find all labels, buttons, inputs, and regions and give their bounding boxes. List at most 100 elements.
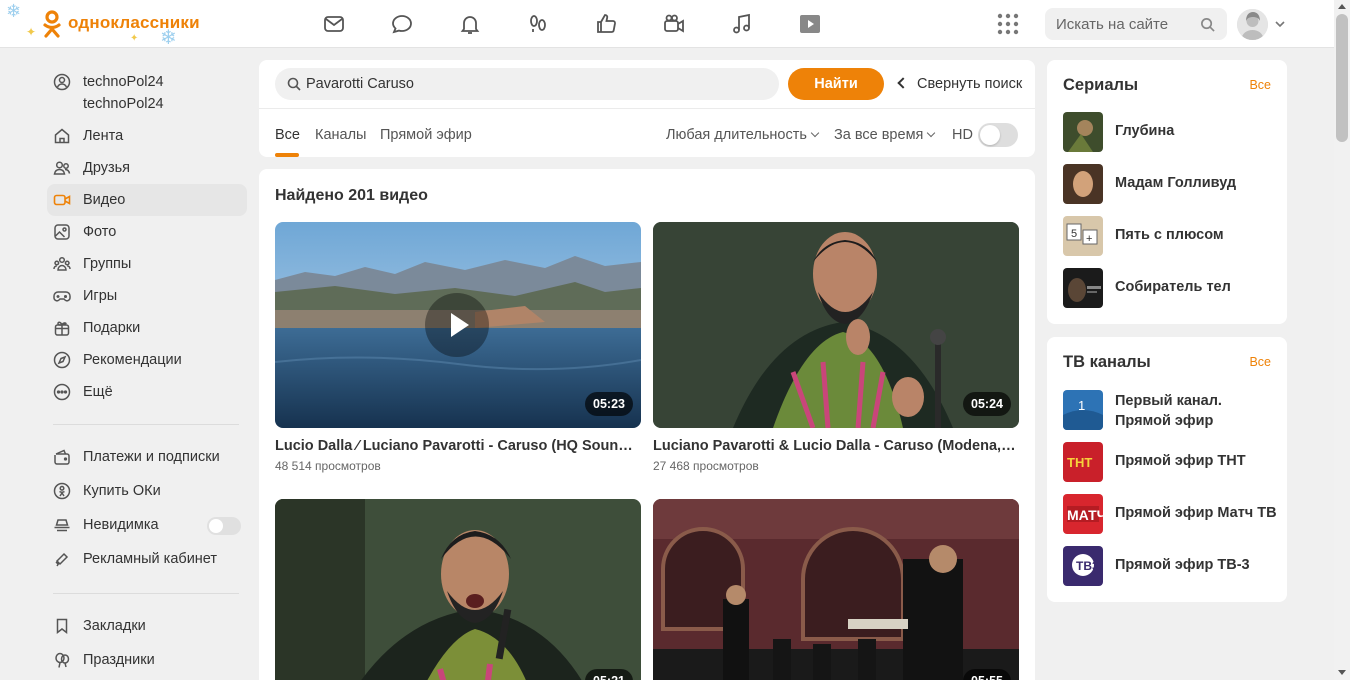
series-all-link[interactable]: Все	[1249, 78, 1271, 92]
tab-channels[interactable]: Каналы	[315, 127, 366, 143]
series-poster: 5 +	[1063, 216, 1103, 256]
page-scrollbar[interactable]	[1334, 0, 1350, 680]
active-tab-indicator	[275, 153, 299, 157]
orchestra-thumbnail-image	[653, 499, 1019, 680]
collapse-search-button[interactable]: Свернуть поиск	[897, 76, 1022, 92]
scroll-up-arrow-icon[interactable]	[1338, 4, 1346, 9]
sidebar-item-payments[interactable]: Платежи и подписки	[47, 441, 247, 475]
user-avatar[interactable]	[1237, 9, 1268, 40]
bell-icon[interactable]	[436, 9, 504, 39]
channel-logo: 1	[1063, 390, 1103, 430]
sidebar-item-recommendations[interactable]: Рекомендации	[47, 344, 247, 376]
video-card[interactable]: 05:24 Luciano Pavarotti & Lucio Dalla - …	[653, 222, 1019, 473]
sidebar-item-feed[interactable]: Лента	[47, 120, 247, 152]
series-item[interactable]: Собиратель тел	[1063, 268, 1283, 308]
star-icon: ✦	[26, 25, 37, 39]
search-icon	[287, 77, 301, 91]
guests-footprints-icon[interactable]	[504, 9, 572, 39]
video-thumbnail[interactable]: 05:24	[653, 222, 1019, 428]
svg-text:ТНТ: ТНТ	[1067, 455, 1092, 470]
video-camera-icon[interactable]	[640, 9, 708, 39]
sidebar-item-holidays[interactable]: Праздники	[47, 644, 247, 678]
tv-channel-item[interactable]: 1 Первый канал. Прямой эфир	[1063, 390, 1283, 430]
sidebar-item-photo[interactable]: Фото	[47, 216, 247, 248]
time-filter-dropdown[interactable]: За все время	[834, 127, 936, 143]
sidebar-item-ad-cabinet[interactable]: Рекламный кабинет	[47, 543, 247, 577]
sidebar-item-label: Невидимка	[83, 517, 159, 533]
profile-link[interactable]: technoPol24 technoPol24	[47, 64, 247, 120]
tv-channel-item[interactable]: ТВ3 Прямой эфир ТВ-3	[1063, 546, 1283, 586]
video-search-input[interactable]: Pavarotti Caruso	[275, 68, 779, 100]
video-title[interactable]: Lucio Dalla ⁄ Luciano Pavarotti - Caruso…	[275, 438, 641, 454]
sidebar-item-buy-ok[interactable]: Купить ОКи	[47, 475, 247, 509]
chat-icon[interactable]	[368, 9, 436, 39]
series-item[interactable]: Глубина	[1063, 112, 1283, 152]
video-icon	[53, 194, 71, 206]
tv-all-link[interactable]: Все	[1249, 355, 1271, 369]
channel-title: Первый канал. Прямой эфир	[1115, 391, 1222, 431]
video-views: 48 514 просмотров	[275, 459, 381, 473]
find-button[interactable]: Найти	[788, 68, 884, 100]
svg-text:5: 5	[1071, 228, 1077, 240]
avatar-image	[1237, 9, 1268, 40]
sidebar-item-video[interactable]: Видео	[47, 184, 247, 216]
chevron-down-icon[interactable]	[1273, 17, 1287, 31]
video-search-panel: Pavarotti Caruso Найти Свернуть поиск Вс…	[259, 60, 1035, 157]
search-icon	[1201, 18, 1215, 32]
site-logo[interactable]: ❄ ✦ ❄ ✦ одноклассники	[0, 0, 200, 48]
tv-channel-item[interactable]: МАТЧ Прямой эфир Матч ТВ	[1063, 494, 1283, 534]
video-title[interactable]: Luciano Pavarotti & Lucio Dalla - Caruso…	[653, 438, 1019, 454]
sidebar-item-label: Купить ОКи	[83, 483, 161, 499]
tab-all[interactable]: Все	[275, 127, 300, 143]
series-poster	[1063, 164, 1103, 204]
ok-coin-icon	[53, 482, 71, 500]
home-icon	[54, 128, 70, 144]
sidebar-item-label: Закладки	[83, 618, 146, 634]
sidebar-item-friends[interactable]: Друзья	[47, 152, 247, 184]
balloons-icon	[55, 652, 70, 668]
hd-toggle[interactable]	[978, 123, 1018, 147]
video-duration: 05:55	[963, 669, 1011, 680]
like-thumb-icon[interactable]	[572, 9, 640, 39]
friends-icon	[53, 161, 71, 175]
channel-logo: ТНТ	[1063, 442, 1103, 482]
play-button-icon[interactable]	[425, 293, 489, 357]
video-card[interactable]: 05:21	[275, 499, 641, 680]
sidebar-item-bookmarks[interactable]: Закладки	[47, 610, 247, 644]
tv-block-title: ТВ каналы	[1063, 353, 1151, 371]
svg-text:ТВ3: ТВ3	[1076, 559, 1099, 573]
invisible-mode-toggle[interactable]	[207, 517, 241, 535]
sidebar-item-gifts[interactable]: Подарки	[47, 312, 247, 344]
scrollbar-thumb[interactable]	[1336, 14, 1348, 142]
sidebar-item-groups[interactable]: Группы	[47, 248, 247, 280]
music-note-icon[interactable]	[708, 9, 776, 39]
bookmark-icon	[56, 618, 68, 635]
user-name: technoPol24	[83, 74, 164, 90]
series-title: Глубина	[1115, 123, 1175, 139]
duration-filter-dropdown[interactable]: Любая длительность	[666, 127, 820, 143]
video-duration: 05:21	[585, 669, 633, 680]
sidebar-item-invisible[interactable]: Невидимка	[47, 509, 247, 543]
video-card[interactable]: 05:23 Lucio Dalla ⁄ Luciano Pavarotti - …	[275, 222, 641, 473]
scroll-down-arrow-icon[interactable]	[1338, 670, 1346, 675]
singer-closeup-thumbnail-image	[275, 499, 641, 680]
series-item[interactable]: 5 + Пять с плюсом	[1063, 216, 1283, 256]
series-item[interactable]: Мадам Голливуд	[1063, 164, 1283, 204]
video-play-icon[interactable]	[776, 9, 844, 39]
video-thumbnail[interactable]: 05:55	[653, 499, 1019, 680]
envelope-icon[interactable]	[300, 9, 368, 39]
chevron-down-icon	[810, 128, 820, 138]
series-poster	[1063, 112, 1103, 152]
tab-live[interactable]: Прямой эфир	[380, 127, 472, 143]
sidebar-item-label: Праздники	[83, 652, 155, 668]
video-card[interactable]: 05:55	[653, 499, 1019, 680]
series-block: Сериалы Все Глубина Мадам Голливуд 5 + Пя…	[1047, 60, 1287, 324]
sidebar-item-games[interactable]: Игры	[47, 280, 247, 312]
apps-grid-icon[interactable]	[996, 12, 1020, 36]
site-search-input[interactable]: Искать на сайте	[1045, 8, 1227, 40]
sidebar-item-more[interactable]: Ещё	[47, 376, 247, 408]
tv-channel-item[interactable]: ТНТ Прямой эфир ТНТ	[1063, 442, 1283, 482]
video-thumbnail[interactable]: 05:21	[275, 499, 641, 680]
video-thumbnail[interactable]: 05:23	[275, 222, 641, 428]
svg-text:МАТЧ: МАТЧ	[1067, 507, 1103, 523]
